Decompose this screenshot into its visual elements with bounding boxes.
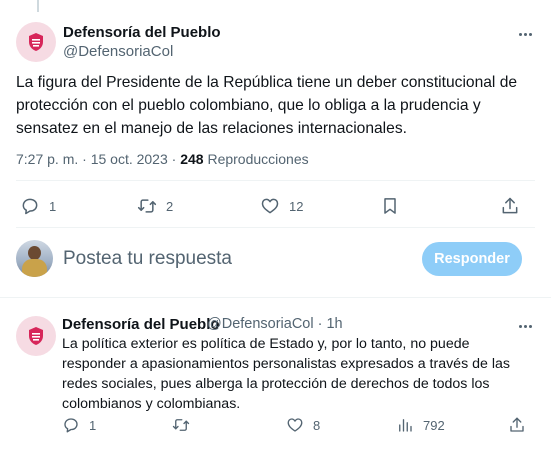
reply-button[interactable]: 1 (20, 196, 56, 216)
reply-author-name[interactable]: Defensoría del Pueblo (62, 316, 220, 333)
retweet-count: 2 (166, 198, 174, 214)
retweet-icon (137, 199, 157, 213)
views-button[interactable]: 792 (396, 416, 445, 434)
reply-button[interactable]: 1 (62, 416, 96, 434)
tweet-text: La figura del Presidente de la República… (16, 74, 518, 137)
like-icon (287, 418, 303, 432)
views-icon (399, 419, 412, 432)
defensoria-logo-icon (29, 327, 43, 345)
share-icon (510, 417, 524, 432)
retweet-button[interactable] (172, 416, 190, 434)
like-count: 8 (313, 417, 321, 433)
reply-author-avatar[interactable] (16, 316, 56, 356)
reply-tweet-text: La política exterior es política de Esta… (62, 336, 510, 412)
thread-connector-line (37, 0, 39, 12)
retweet-button[interactable]: 2 (137, 196, 173, 216)
reply-input[interactable]: Postea tu respuesta (63, 248, 232, 270)
like-icon (261, 198, 279, 214)
reply-submit-button[interactable]: Responder (422, 242, 522, 276)
defensoria-logo-icon (29, 33, 43, 51)
retweet-icon (172, 419, 190, 431)
current-user-avatar[interactable] (16, 240, 53, 277)
divider (0, 297, 551, 298)
share-icon (502, 197, 518, 214)
author-handle[interactable]: @DefensoriaCol (63, 43, 173, 60)
more-options-button[interactable] (513, 24, 537, 44)
reply-count: 1 (49, 198, 57, 214)
like-count: 12 (289, 198, 304, 214)
like-button[interactable]: 12 (260, 196, 303, 216)
tweet-meta: 7:27 p. m. · 15 oct. 2023 · 248 Reproduc… (16, 151, 309, 167)
share-button[interactable] (500, 196, 520, 216)
main-action-bar: 1 2 12 (0, 196, 551, 220)
share-button[interactable] (508, 416, 526, 434)
views-count: 792 (423, 417, 445, 433)
author-avatar[interactable] (16, 22, 56, 62)
bookmark-icon (384, 198, 396, 214)
more-icon (518, 324, 522, 328)
views-label: Reproducciones (203, 151, 309, 167)
reply-action-bar: 1 8 792 (0, 416, 551, 440)
like-button[interactable]: 8 (286, 416, 320, 434)
more-icon (518, 32, 522, 36)
bookmark-button[interactable] (380, 196, 400, 216)
reply-more-options-button[interactable] (513, 316, 537, 336)
divider (16, 180, 535, 181)
reply-author-handle[interactable]: @DefensoriaCol · 1h (207, 316, 343, 332)
views-count: 248 (180, 151, 204, 167)
tweet-timestamp[interactable]: 7:27 p. m. · 15 oct. 2023 · (16, 151, 180, 167)
divider (16, 227, 535, 228)
reply-count: 1 (89, 417, 97, 433)
reply-icon (22, 198, 38, 215)
reply-icon (64, 418, 78, 433)
author-name[interactable]: Defensoría del Pueblo (63, 24, 221, 41)
